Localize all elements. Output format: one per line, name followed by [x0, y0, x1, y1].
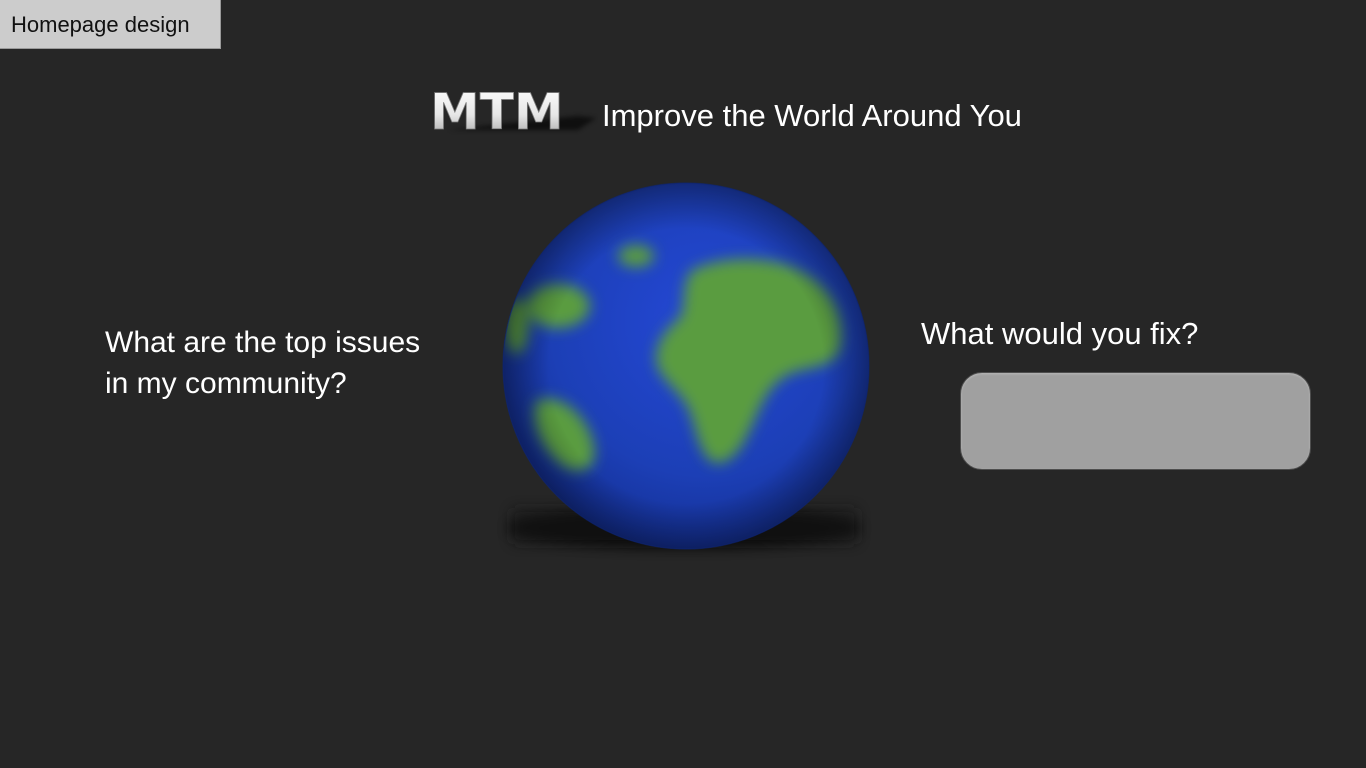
top-issues-question-line-2: in my community?: [105, 367, 347, 400]
fix-question: What would you fix?: [921, 316, 1199, 351]
fix-input-field[interactable]: [960, 372, 1311, 470]
top-issues-question: What are the top issues in my community?: [105, 322, 485, 404]
logo-text: MTM: [430, 83, 564, 141]
top-issues-question-line-1: What are the top issues: [105, 326, 421, 359]
page-label-tab: Homepage design: [0, 0, 221, 49]
earth-globe-icon: [502, 182, 870, 550]
tagline: Improve the World Around You: [602, 98, 1022, 133]
homepage-canvas: Homepage design MTM Improve the World Ar…: [0, 0, 1366, 768]
mtm-logo: MTM: [430, 83, 596, 141]
